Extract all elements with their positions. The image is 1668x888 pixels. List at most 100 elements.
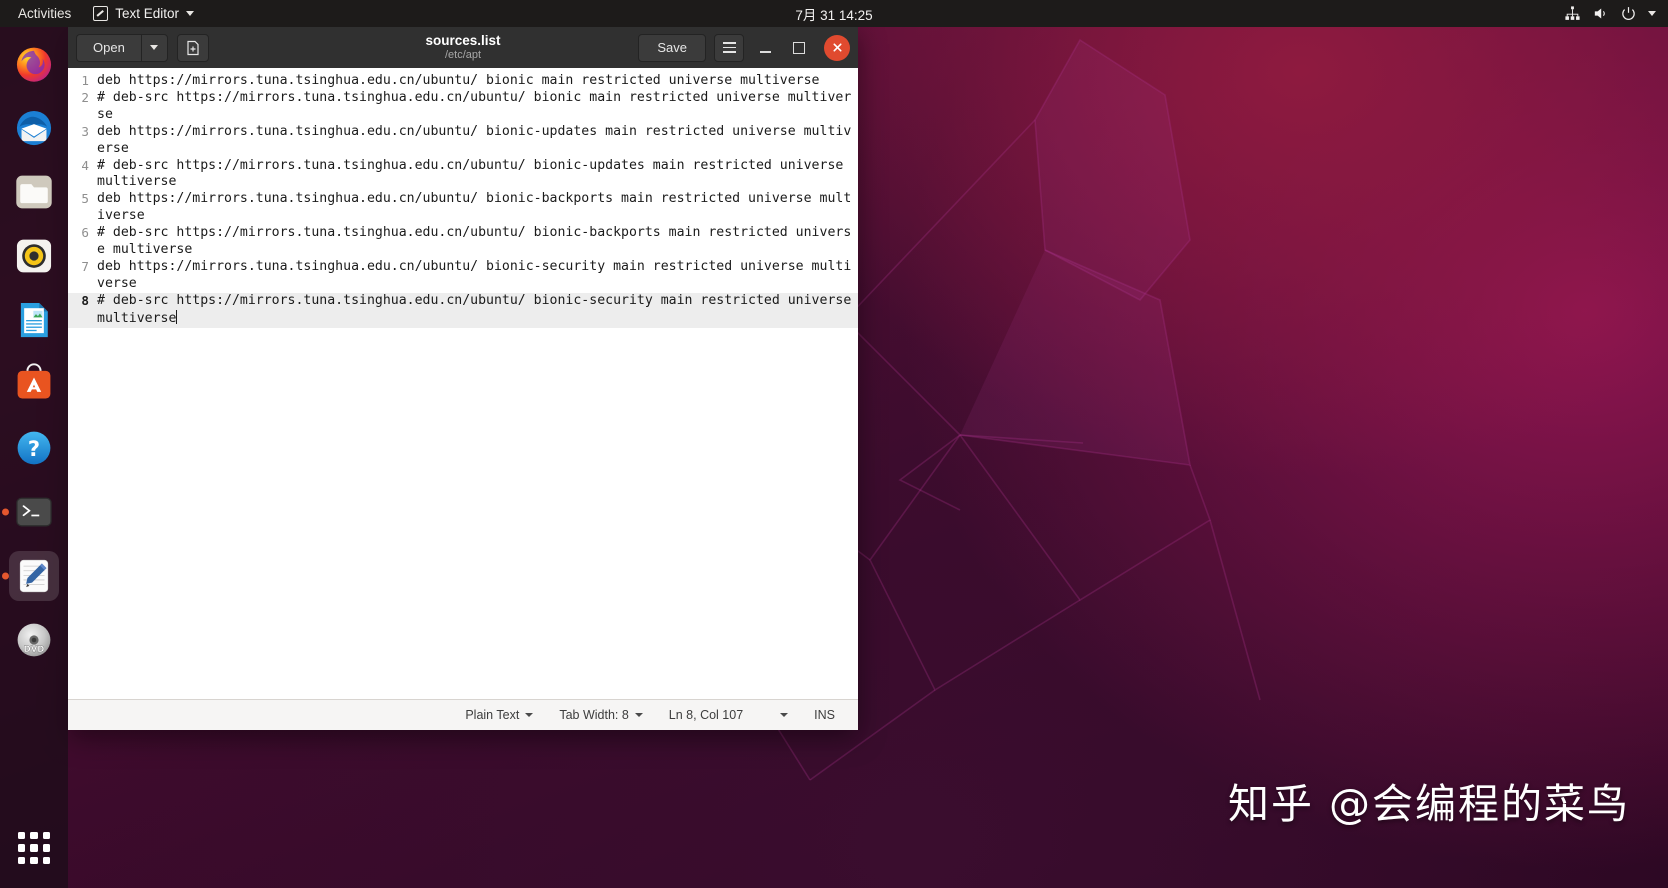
- activities-button[interactable]: Activities: [0, 6, 83, 21]
- grid-dot: [18, 856, 26, 864]
- text-editor-window: Open sources.list /etc/apt Save 1 deb ht…: [68, 27, 858, 730]
- new-document-icon: [187, 40, 199, 55]
- grid-dot: [30, 832, 38, 840]
- dock-item-firefox[interactable]: [9, 39, 59, 89]
- line-text: # deb-src https://mirrors.tuna.tsinghua.…: [97, 157, 852, 190]
- dock-item-terminal[interactable]: [2, 487, 59, 537]
- code-line: 3 deb https://mirrors.tuna.tsinghua.edu.c…: [68, 124, 858, 158]
- maximize-button[interactable]: [786, 35, 812, 61]
- ubuntu-software-icon: [17, 363, 51, 399]
- chevron-down-icon: [186, 11, 195, 16]
- window-titlebar[interactable]: Open sources.list /etc/apt Save: [68, 27, 858, 68]
- titlebar-right-controls: Save: [638, 33, 850, 62]
- line-text: deb https://mirrors.tuna.tsinghua.edu.cn…: [97, 191, 852, 224]
- chevron-down-icon: [634, 713, 643, 717]
- system-tray[interactable]: [1564, 5, 1656, 22]
- insert-mode-indicator: INS: [814, 708, 835, 722]
- libreoffice-writer-icon: [20, 302, 48, 338]
- grid-dot: [42, 832, 50, 840]
- code-text[interactable]: 1 deb https://mirrors.tuna.tsinghua.edu.c…: [68, 68, 858, 699]
- line-number: 4: [81, 157, 89, 173]
- code-line: 4 # deb-src https://mirrors.tuna.tsinghua…: [68, 158, 858, 192]
- thunderbird-icon: [16, 110, 52, 146]
- dock-item-files[interactable]: [9, 167, 59, 217]
- clock[interactable]: 7月 31 14:25: [795, 4, 872, 24]
- chevron-down-icon: [525, 713, 534, 717]
- line-text: # deb-src https://mirrors.tuna.tsinghua.…: [90, 292, 858, 328]
- line-number: 2: [81, 89, 89, 105]
- close-button[interactable]: [824, 34, 850, 61]
- save-button[interactable]: Save: [638, 33, 706, 62]
- volume-icon: [1594, 8, 1605, 19]
- running-indicator-dot: [2, 508, 9, 516]
- text-editor-icon: [19, 559, 49, 593]
- cursor-position-selector[interactable]: Ln 8, Col 107: [656, 700, 767, 730]
- close-icon: [832, 43, 842, 52]
- running-indicator-dot: [2, 572, 9, 580]
- new-document-button[interactable]: [176, 33, 209, 62]
- line-number: 6: [81, 225, 89, 241]
- code-line: 6 # deb-src https://mirrors.tuna.tsinghua…: [68, 225, 858, 259]
- language-selector[interactable]: Plain Text: [452, 700, 546, 730]
- svg-text:DVD: DVD: [24, 645, 45, 655]
- rhythmbox-icon: [16, 239, 52, 273]
- code-line: 2 # deb-src https://mirrors.tuna.tsinghua…: [68, 90, 858, 124]
- line-text: deb https://mirrors.tuna.tsinghua.edu.cn…: [97, 123, 852, 156]
- line-text: # deb-src https://mirrors.tuna.tsinghua.…: [97, 225, 852, 258]
- help-icon: ?: [17, 431, 51, 465]
- tab-width-label: Tab Width: 8: [559, 708, 629, 722]
- hamburger-icon: [722, 42, 736, 53]
- app-menu-button[interactable]: Text Editor: [83, 6, 204, 21]
- dock-item-thunderbird[interactable]: [9, 103, 59, 153]
- grid-dot: [30, 856, 38, 864]
- dock-item-libreoffice-writer[interactable]: [9, 295, 59, 345]
- dock: ? DVD: [0, 27, 68, 888]
- line-text: deb https://mirrors.tuna.tsinghua.edu.cn…: [97, 73, 820, 88]
- minimize-button[interactable]: [752, 35, 778, 61]
- editor-area[interactable]: 1 deb https://mirrors.tuna.tsinghua.edu.c…: [68, 68, 858, 699]
- dock-item-help[interactable]: ?: [9, 423, 59, 473]
- tab-width-selector[interactable]: Tab Width: 8: [546, 700, 655, 730]
- top-bar-left: Activities Text Editor: [0, 6, 204, 21]
- line-number: 3: [81, 123, 89, 139]
- window-title-block: sources.list /etc/apt: [425, 33, 500, 62]
- dock-item-ubuntu-software[interactable]: [9, 359, 59, 409]
- text-editor-icon: [93, 6, 109, 21]
- page-title: sources.list: [425, 32, 501, 48]
- app-menu-label: Text Editor: [115, 6, 180, 21]
- power-icon: [1622, 7, 1635, 20]
- status-bar: Plain Text Tab Width: 8 Ln 8, Col 107 IN…: [68, 699, 858, 730]
- open-button-group: Open: [76, 33, 168, 62]
- tray-chevron-down-icon: [1648, 11, 1656, 16]
- watermark: 知乎 @会编程的菜鸟: [1227, 780, 1630, 828]
- open-dropdown-button[interactable]: [140, 33, 168, 62]
- line-number: 7: [81, 258, 89, 274]
- dock-item-dvd[interactable]: DVD: [9, 615, 59, 665]
- terminal-icon: [16, 497, 52, 527]
- grid-dot: [42, 856, 50, 864]
- cursor-position-label: Ln 8, Col 107: [668, 708, 744, 722]
- code-line: 1 deb https://mirrors.tuna.tsinghua.edu.c…: [68, 73, 858, 90]
- line-text: # deb-src https://mirrors.tuna.tsinghua.…: [97, 89, 852, 122]
- grid-dot: [42, 844, 50, 852]
- grid-dot: [18, 832, 26, 840]
- dock-item-rhythmbox[interactable]: [9, 231, 59, 281]
- open-button[interactable]: Open: [76, 33, 141, 62]
- line-number: 1: [81, 73, 89, 88]
- network-icon: [1565, 6, 1580, 20]
- line-text: deb https://mirrors.tuna.tsinghua.edu.cn…: [97, 258, 852, 291]
- dvd-disc-icon: DVD: [17, 623, 51, 657]
- goto-line-dropdown[interactable]: [767, 700, 801, 730]
- code-line: 5 deb https://mirrors.tuna.tsinghua.edu.c…: [68, 191, 858, 225]
- show-applications-button[interactable]: [12, 826, 56, 870]
- dock-item-text-editor[interactable]: [2, 551, 59, 601]
- chevron-down-icon: [150, 45, 159, 50]
- text-cursor: [176, 309, 178, 324]
- titlebar-left-controls: Open: [76, 33, 209, 62]
- language-label: Plain Text: [465, 708, 520, 722]
- page-subtitle: /etc/apt: [444, 49, 482, 62]
- svg-text:?: ?: [28, 437, 40, 461]
- hamburger-menu-button[interactable]: [714, 33, 744, 62]
- top-bar: Activities Text Editor 7月 31 14:25: [0, 0, 1668, 27]
- grid-dot: [30, 844, 38, 852]
